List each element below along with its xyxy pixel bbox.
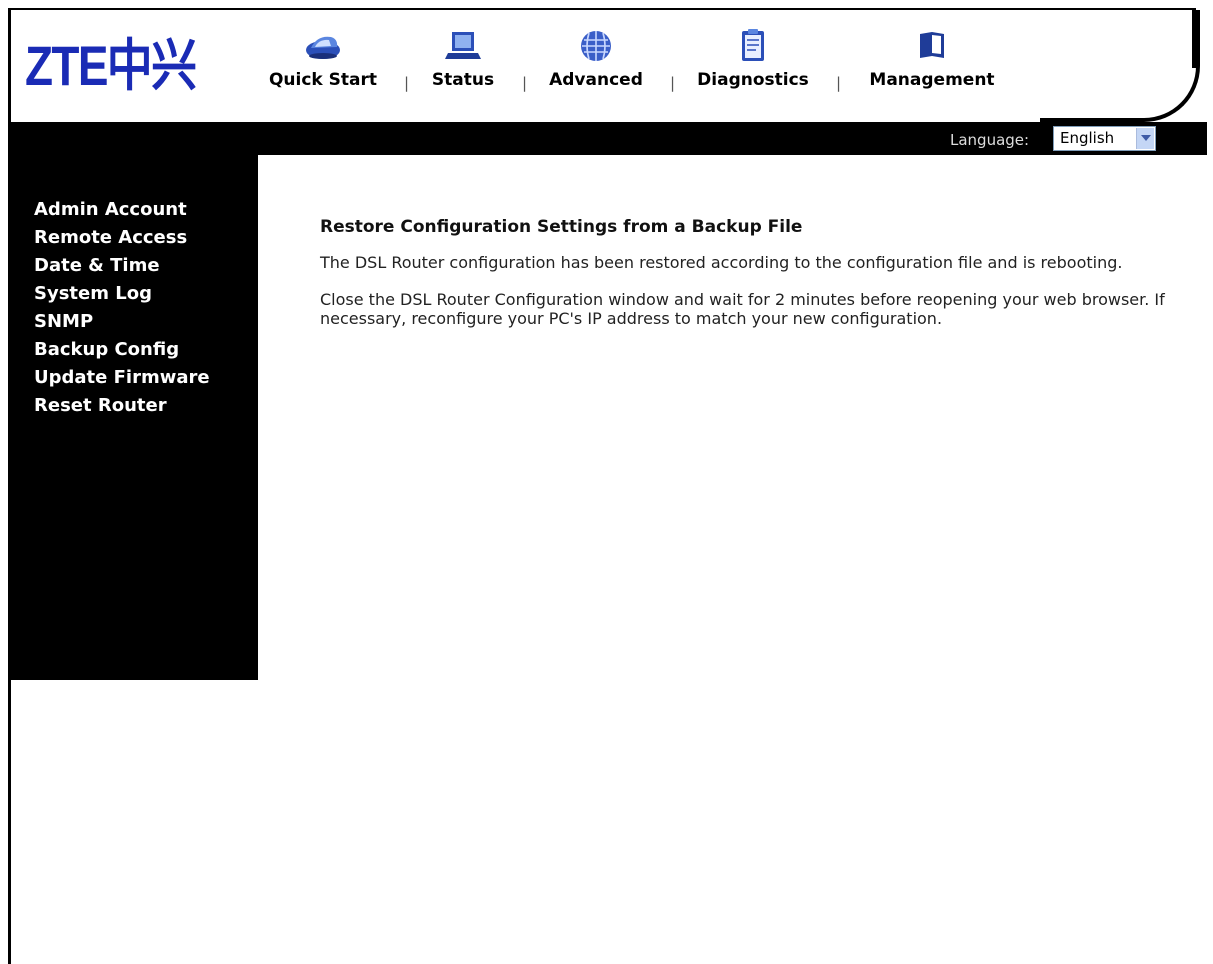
car-icon [306, 36, 340, 59]
sidebar-item-backup-config[interactable]: Backup Config [34, 336, 210, 364]
sidebar-item-system-log[interactable]: System Log [34, 280, 210, 308]
nav-status[interactable]: Status [428, 26, 498, 106]
nav-separator: | [670, 74, 676, 92]
frame-right-line [1192, 8, 1196, 68]
nav-label: Status [431, 70, 495, 90]
main-content: Restore Configuration Settings from a Ba… [320, 218, 1200, 346]
language-selected-value: English [1060, 129, 1115, 147]
nav-diagnostics[interactable]: Diagnostics [692, 26, 814, 106]
sidebar-item-remote-access[interactable]: Remote Access [34, 224, 210, 252]
nav-separator: | [522, 74, 528, 92]
content-corner-curve [258, 155, 318, 215]
nav-management[interactable]: Management [864, 26, 1000, 106]
sidebar-item-update-firmware[interactable]: Update Firmware [34, 364, 210, 392]
header-curve [1040, 10, 1200, 122]
status-message: The DSL Router configuration has been re… [320, 253, 1123, 272]
clipboard-icon [742, 29, 764, 61]
laptop-icon [445, 32, 481, 59]
sidebar-menu: Admin Account Remote Access Date & Time … [34, 196, 210, 420]
nav-advanced[interactable]: Advanced [544, 26, 648, 106]
zte-logo: ZTE中兴 [25, 34, 197, 97]
nav-label: Management [869, 70, 995, 90]
chevron-down-icon[interactable] [1136, 128, 1154, 149]
sidebar-item-date-time[interactable]: Date & Time [34, 252, 210, 280]
book-icon [920, 32, 944, 58]
sidebar-item-reset-router[interactable]: Reset Router [34, 392, 210, 420]
nav-label: Diagnostics [697, 70, 809, 90]
nav-separator: | [836, 74, 842, 92]
language-select[interactable]: English [1053, 126, 1156, 151]
nav-label: Quick Start [268, 70, 378, 90]
globe-icon [581, 31, 611, 61]
sidebar-item-snmp[interactable]: SNMP [34, 308, 210, 336]
nav-separator: | [404, 74, 410, 92]
instruction-message: Close the DSL Router Configuration windo… [320, 290, 1165, 328]
sidebar-item-admin-account[interactable]: Admin Account [34, 196, 210, 224]
language-label: Language: [950, 131, 1030, 149]
page-title: Restore Configuration Settings from a Ba… [320, 217, 803, 237]
nav-quick-start[interactable]: Quick Start [262, 26, 384, 106]
nav-label: Advanced [549, 70, 643, 90]
